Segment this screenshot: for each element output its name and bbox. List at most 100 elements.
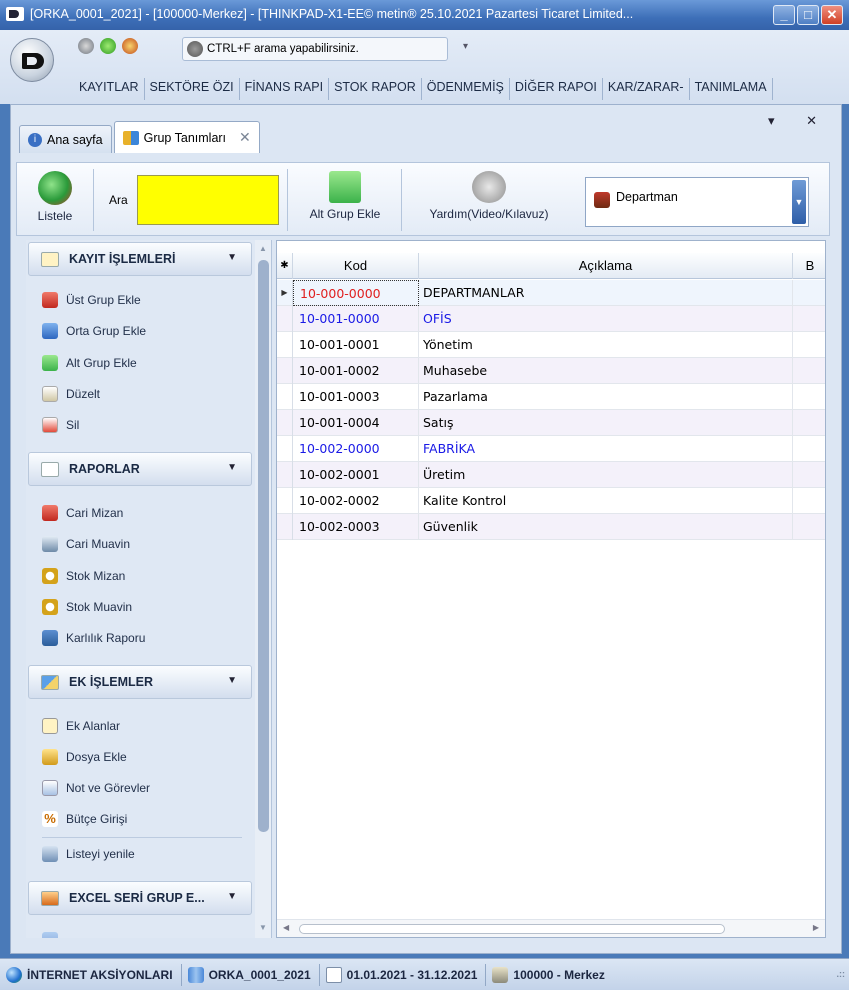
- item-cari-muavin[interactable]: Cari Muavin: [42, 533, 130, 555]
- group-excel-seri[interactable]: EXCEL SERİ GRUP E... ▼: [28, 881, 252, 915]
- doc-controls[interactable]: ▾ ✕: [768, 113, 831, 129]
- status-green-icon[interactable]: [100, 38, 116, 54]
- scroll-up-icon[interactable]: ▲: [259, 244, 267, 253]
- scroll-left-icon[interactable]: ◀: [283, 923, 289, 932]
- cell-aciklama[interactable]: Yönetim: [419, 332, 793, 358]
- group-raporlar[interactable]: RAPORLAR ▼: [28, 452, 252, 486]
- item-karlilik-raporu[interactable]: Karlılık Raporu: [42, 627, 145, 649]
- status-database[interactable]: ORKA_0001_2021: [182, 963, 320, 986]
- column-header-kod[interactable]: Kod: [293, 253, 419, 279]
- item-butce-girisi[interactable]: % Bütçe Girişi: [42, 808, 127, 830]
- cell-kod[interactable]: 10-001-0004: [293, 410, 419, 436]
- tab-close-icon[interactable]: ✕: [239, 129, 251, 146]
- table-row[interactable]: 10-002-0003 Güvenlik: [277, 514, 825, 540]
- tools-icon[interactable]: [78, 38, 94, 54]
- menu-stok-rapor[interactable]: STOK RAPOR: [329, 78, 422, 100]
- cell-aciklama[interactable]: FABRİKA: [419, 436, 793, 462]
- cell-kod[interactable]: 10-001-0002: [293, 358, 419, 384]
- horizontal-scrollbar[interactable]: ◀ ▶: [277, 919, 825, 937]
- item-orta-grup-ekle[interactable]: Orta Grup Ekle: [42, 320, 146, 342]
- item-alt-grup-ekle[interactable]: Alt Grup Ekle: [42, 352, 137, 374]
- item-stok-muavin[interactable]: Stok Muavin: [42, 596, 132, 618]
- chevron-down-icon[interactable]: ▼: [227, 252, 237, 263]
- cell-aciklama[interactable]: Kalite Kontrol: [419, 488, 793, 514]
- table-row[interactable]: 10-001-0000 OFİS: [277, 306, 825, 332]
- scroll-thumb[interactable]: [258, 260, 269, 832]
- chevron-down-icon[interactable]: ▼: [792, 180, 806, 224]
- group-type-select[interactable]: Departman ▼: [585, 177, 809, 227]
- item-listeyi-yenile[interactable]: Listeyi yenile: [42, 843, 135, 865]
- cell-kod[interactable]: 10-001-0001: [293, 332, 419, 358]
- table-row[interactable]: 10-001-0001 Yönetim: [277, 332, 825, 358]
- wand-icon[interactable]: [122, 38, 138, 54]
- table-row[interactable]: 10-002-0000 FABRİKA: [277, 436, 825, 462]
- cell-aciklama[interactable]: Muhasebe: [419, 358, 793, 384]
- item-sil[interactable]: Sil: [42, 414, 79, 436]
- item-cari-mizan[interactable]: Cari Mizan: [42, 502, 123, 524]
- status-internet[interactable]: İNTERNET AKSİYONLARI: [0, 963, 182, 986]
- grid-corner-icon[interactable]: ✱: [277, 253, 293, 279]
- cell-kod[interactable]: 10-001-0003: [293, 384, 419, 410]
- item-not-ve-gorevler[interactable]: Not ve Görevler: [42, 777, 150, 799]
- table-row[interactable]: 10-001-0002 Muhasebe: [277, 358, 825, 384]
- menu-tanimlama[interactable]: TANIMLAMA: [690, 78, 773, 100]
- table-row[interactable]: 10-002-0002 Kalite Kontrol: [277, 488, 825, 514]
- column-header-b[interactable]: B: [793, 253, 825, 279]
- table-row[interactable]: ▶ 10-000-0000 DEPARTMANLAR: [277, 280, 825, 306]
- cell-kod[interactable]: 10-002-0001: [293, 462, 419, 488]
- chevron-down-icon[interactable]: ▼: [227, 462, 237, 473]
- status-period[interactable]: 01.01.2021 - 31.12.2021: [320, 963, 487, 986]
- quick-search[interactable]: CTRL+F arama yapabilirsiniz.: [182, 37, 448, 61]
- chevron-down-icon[interactable]: ▼: [227, 675, 237, 686]
- quick-dropdown-icon[interactable]: ▾: [463, 41, 468, 52]
- cell-aciklama[interactable]: Üretim: [419, 462, 793, 488]
- status-branch[interactable]: 100000 - Merkez: [486, 964, 612, 986]
- tab-ana-sayfa[interactable]: i Ana sayfa: [19, 125, 112, 153]
- chevron-down-icon[interactable]: ▼: [227, 891, 237, 902]
- cell-kod[interactable]: 10-002-0003: [293, 514, 419, 540]
- alt-grup-ekle-button[interactable]: Alt Grup Ekle: [295, 171, 395, 221]
- minimize-button[interactable]: _: [773, 5, 795, 25]
- cell-aciklama[interactable]: Güvenlik: [419, 514, 793, 540]
- listele-button[interactable]: Listele: [25, 171, 85, 223]
- row-indicator: [277, 410, 293, 436]
- scroll-down-icon[interactable]: ▼: [259, 923, 267, 932]
- cell-kod[interactable]: 10-000-0000: [293, 280, 419, 306]
- cell-kod[interactable]: 10-001-0000: [293, 306, 419, 332]
- table-row[interactable]: 10-001-0004 Satış: [277, 410, 825, 436]
- scroll-right-icon[interactable]: ▶: [813, 923, 819, 932]
- item-duzelt[interactable]: Düzelt: [42, 383, 100, 405]
- cell-kod[interactable]: 10-002-0002: [293, 488, 419, 514]
- group-ek-islemler[interactable]: EK İŞLEMLER ▼: [28, 665, 252, 699]
- menu-kar-zarar[interactable]: KAR/ZARAR-: [603, 78, 690, 100]
- item-stok-mizan[interactable]: Stok Mizan: [42, 565, 125, 587]
- maximize-button[interactable]: □: [797, 5, 819, 25]
- search-input[interactable]: [137, 175, 279, 225]
- menu-diger-rapor[interactable]: DİĞER RAPOI: [510, 78, 603, 100]
- cell-aciklama[interactable]: Satış: [419, 410, 793, 436]
- cell-aciklama[interactable]: OFİS: [419, 306, 793, 332]
- close-button[interactable]: ✕: [821, 5, 843, 25]
- app-menu-button[interactable]: [10, 38, 54, 82]
- item-dosya-ekle[interactable]: Dosya Ekle: [42, 746, 127, 768]
- scroll-thumb[interactable]: [299, 924, 725, 934]
- cell-aciklama[interactable]: Pazarlama: [419, 384, 793, 410]
- item-ust-grup-ekle[interactable]: Üst Grup Ekle: [42, 289, 141, 311]
- tab-grup-tanimlari[interactable]: Grup Tanımları ✕: [113, 121, 260, 153]
- cell-kod[interactable]: 10-002-0000: [293, 436, 419, 462]
- table-row[interactable]: 10-001-0003 Pazarlama: [277, 384, 825, 410]
- group-kayit-islemleri[interactable]: KAYIT İŞLEMLERİ ▼: [28, 242, 252, 276]
- document-icon: [41, 462, 59, 477]
- yardim-button[interactable]: Yardım(Video/Kılavuz): [409, 171, 569, 221]
- cell-aciklama[interactable]: DEPARTMANLAR: [419, 280, 793, 306]
- status-branch-label: 100000 - Merkez: [513, 967, 605, 982]
- item-ek-alanlar[interactable]: Ek Alanlar: [42, 715, 120, 737]
- menu-finans-rapor[interactable]: FİNANS RAPI: [240, 78, 330, 100]
- menu-odenmemis[interactable]: ÖDENMEMİŞ: [422, 78, 510, 100]
- menu-sektore-ozel[interactable]: SEKTÖRE ÖZI: [145, 78, 240, 100]
- left-scrollbar[interactable]: ▲ ▼: [255, 240, 271, 938]
- table-row[interactable]: 10-002-0001 Üretim: [277, 462, 825, 488]
- resize-grip-icon[interactable]: .::: [815, 969, 846, 985]
- menu-kayitlar[interactable]: KAYITLAR: [74, 78, 145, 100]
- column-header-aciklama[interactable]: Açıklama: [419, 253, 793, 279]
